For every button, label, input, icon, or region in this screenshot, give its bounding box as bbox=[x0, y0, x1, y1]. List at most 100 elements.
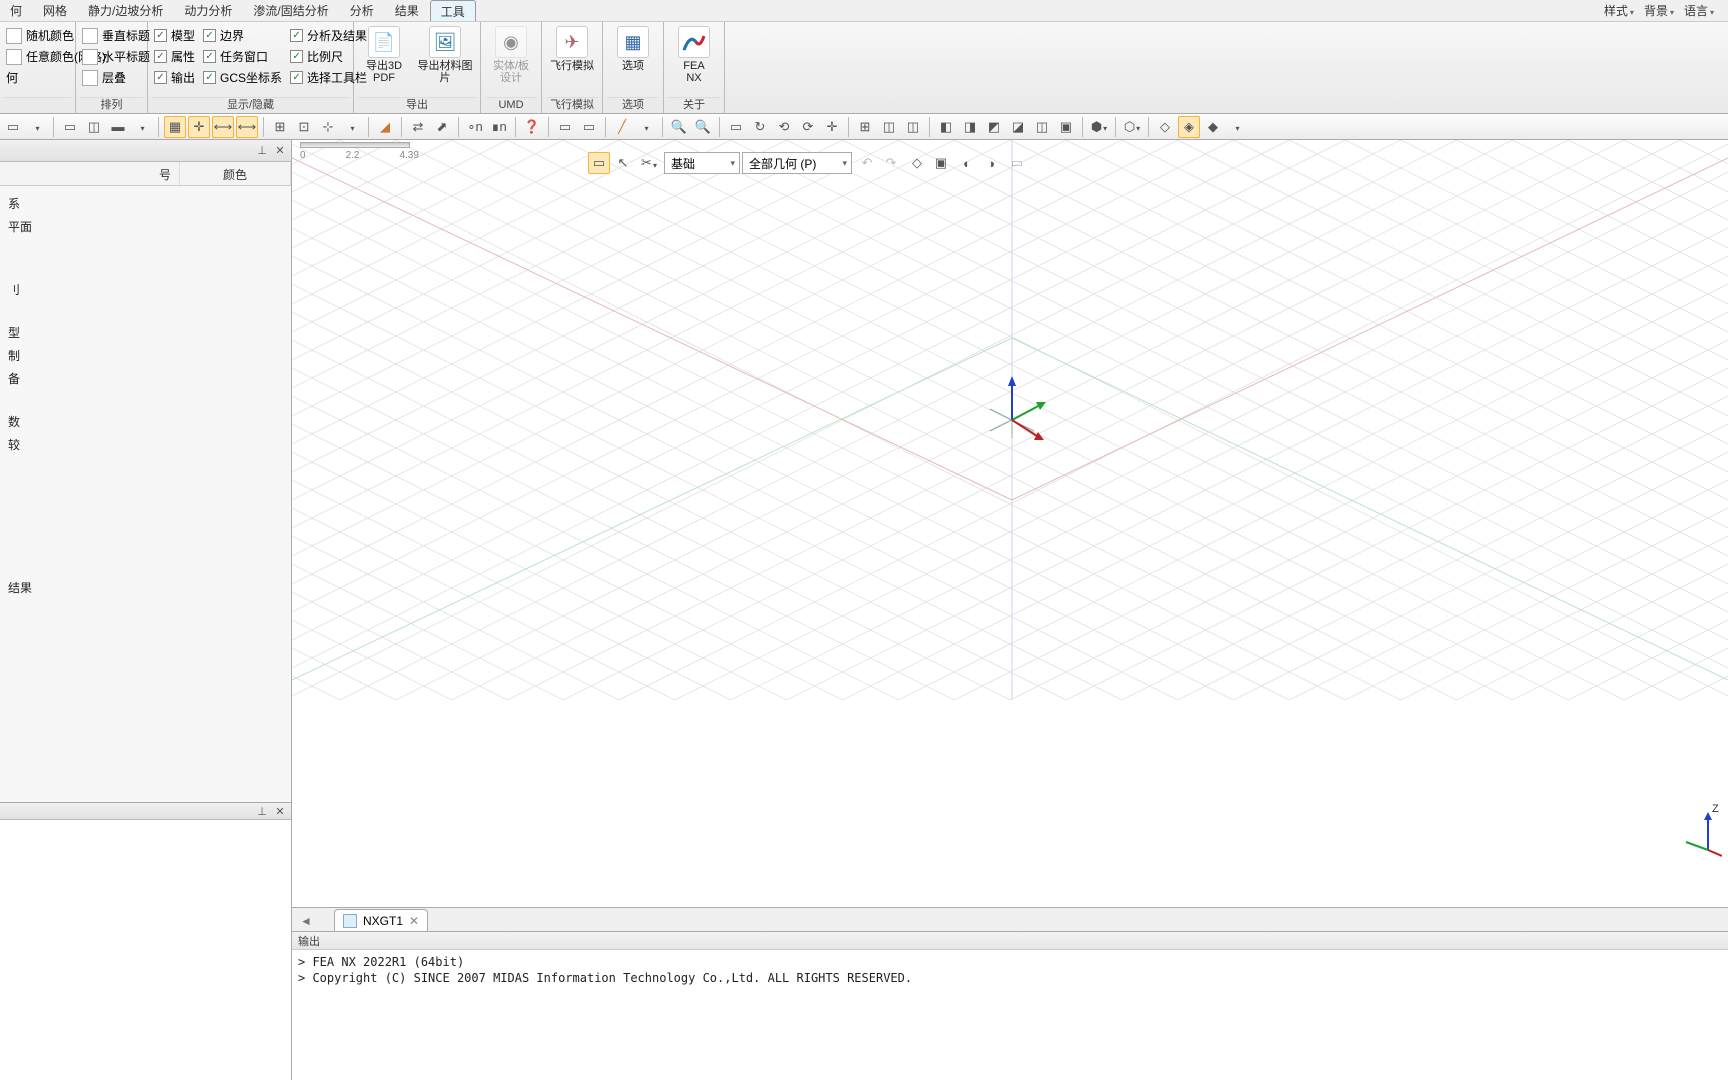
tool-rotate-btn[interactable]: ↻ bbox=[749, 116, 771, 138]
tool-box5-btn[interactable]: ◫ bbox=[1031, 116, 1053, 138]
tool-box4-btn[interactable]: ◪ bbox=[1007, 116, 1029, 138]
panel-close-icon[interactable]: ✕ bbox=[273, 804, 287, 818]
tree-item-results[interactable]: 结果 bbox=[4, 576, 287, 599]
tool-dropdown-1[interactable] bbox=[26, 116, 48, 138]
doctab-prev[interactable]: ◄ bbox=[298, 911, 314, 931]
vp-btn-f[interactable]: ◑ bbox=[980, 152, 1002, 174]
tool-sel2-btn[interactable]: ▭ bbox=[578, 116, 600, 138]
cascade-btn[interactable]: 层叠 bbox=[80, 68, 152, 87]
tool-cube2-btn[interactable]: ⬡ bbox=[1121, 116, 1143, 138]
menu-tab-geometry[interactable]: 何 bbox=[0, 0, 33, 21]
tree-item[interactable]: 备 bbox=[4, 367, 287, 390]
options-btn[interactable]: ▦ 选项 bbox=[607, 24, 659, 74]
tool-mesh-btn[interactable]: ◢ bbox=[374, 116, 396, 138]
chk-output[interactable]: 输出 bbox=[152, 68, 197, 87]
tool-axis-btn[interactable]: ✛ bbox=[188, 116, 210, 138]
tool-dropdown-3[interactable] bbox=[341, 116, 363, 138]
tool-cube4-btn[interactable]: ◈ bbox=[1178, 116, 1200, 138]
tool-btn-folder[interactable]: ▭ bbox=[59, 116, 81, 138]
tool-dropdown-4[interactable] bbox=[635, 116, 657, 138]
tool-snap2-btn[interactable]: ⊡ bbox=[293, 116, 315, 138]
tree-panel[interactable]: 系 平面 刂 型 制 备 数 较 结果 bbox=[0, 186, 291, 802]
tree-item[interactable] bbox=[4, 390, 287, 410]
flysim-btn[interactable]: ✈ 飞行模拟 bbox=[546, 24, 598, 74]
tool-dropdown-5[interactable] bbox=[1226, 116, 1248, 138]
menu-tab-seepage[interactable]: 渗流/固结分析 bbox=[243, 0, 339, 21]
about-btn[interactable]: FEA NX bbox=[668, 24, 720, 86]
tree-item[interactable]: 系 bbox=[4, 192, 287, 215]
tool-orbit-btn[interactable]: ⟲ bbox=[773, 116, 795, 138]
tree-item[interactable]: 较 bbox=[4, 433, 287, 456]
tree-item[interactable] bbox=[4, 301, 287, 321]
panel-pin-icon[interactable]: ⊥ bbox=[255, 144, 269, 158]
tool-line-btn[interactable]: ╱ bbox=[611, 116, 633, 138]
tool-sel1-btn[interactable]: ▭ bbox=[554, 116, 576, 138]
export-matimg-btn[interactable]: 🖼 导出材料图片 bbox=[414, 24, 476, 86]
tool-dropdown-2[interactable] bbox=[131, 116, 153, 138]
style-dropdown[interactable]: 样式 bbox=[1600, 2, 1638, 19]
tree-item[interactable] bbox=[4, 238, 287, 258]
menu-tab-result[interactable]: 结果 bbox=[385, 0, 430, 21]
menu-tab-analysis[interactable]: 分析 bbox=[340, 0, 385, 21]
chk-model[interactable]: 模型 bbox=[152, 26, 197, 45]
tool-center-btn[interactable]: ✛ bbox=[821, 116, 843, 138]
vp-select-btn[interactable]: ▭ bbox=[588, 152, 610, 174]
vp-cursor-btn[interactable]: ↖ bbox=[612, 152, 634, 174]
document-tab[interactable]: NXGT1 ✕ bbox=[334, 909, 428, 931]
vp-btn-c[interactable]: ◇ bbox=[906, 152, 928, 174]
tool-cube1-btn[interactable]: ⬢ bbox=[1088, 116, 1110, 138]
menu-tab-tools[interactable]: 工具 bbox=[430, 0, 476, 21]
tool-view-grid-btn[interactable]: ⊞ bbox=[854, 116, 876, 138]
tool-dim-btn[interactable]: ⟷ bbox=[212, 116, 234, 138]
vp-btn-d[interactable]: ▣ bbox=[930, 152, 952, 174]
doctab-close-icon[interactable]: ✕ bbox=[409, 914, 419, 928]
tool-zoomout-btn[interactable]: 🔍 bbox=[692, 116, 714, 138]
vp-filter-btn[interactable]: ✂ bbox=[638, 152, 660, 174]
tool-view-right-btn[interactable]: ◫ bbox=[902, 116, 924, 138]
menu-tab-dynamic[interactable]: 动力分析 bbox=[174, 0, 243, 21]
export-3dpdf-btn[interactable]: 📄 导出3D PDF bbox=[358, 24, 410, 86]
tool-node1-btn[interactable]: ∘n bbox=[464, 116, 486, 138]
tool-btn-color[interactable]: ▬ bbox=[107, 116, 129, 138]
tool-zoomin-btn[interactable]: 🔍 bbox=[668, 116, 690, 138]
vp-btn-g[interactable]: ▭ bbox=[1006, 152, 1028, 174]
tool-cube5-btn[interactable]: ◆ bbox=[1202, 116, 1224, 138]
tool-snap1-btn[interactable]: ⊞ bbox=[269, 116, 291, 138]
panel-pin-icon[interactable]: ⊥ bbox=[255, 804, 269, 818]
htitle-btn[interactable]: 水平标题 bbox=[80, 47, 152, 66]
tool-btn-1[interactable]: ▭ bbox=[2, 116, 24, 138]
tool-xfer2-btn[interactable]: ⬈ bbox=[431, 116, 453, 138]
tool-box2-btn[interactable]: ◨ bbox=[959, 116, 981, 138]
tool-cube3-btn[interactable]: ◇ bbox=[1154, 116, 1176, 138]
tree-item[interactable] bbox=[4, 258, 287, 278]
vp-btn-a[interactable]: ↶ bbox=[856, 152, 878, 174]
vp-btn-e[interactable]: ◐ bbox=[956, 152, 978, 174]
menu-tab-static[interactable]: 静力/边坡分析 bbox=[78, 0, 174, 21]
tool-view-left-btn[interactable]: ◫ bbox=[878, 116, 900, 138]
tool-grid-btn[interactable]: ▦ bbox=[164, 116, 186, 138]
tree-item[interactable]: 型 bbox=[4, 321, 287, 344]
tool-dim2-btn[interactable]: ⟷ bbox=[236, 116, 258, 138]
menu-tab-mesh[interactable]: 网格 bbox=[33, 0, 78, 21]
vp-mode-combo[interactable]: 基础 bbox=[664, 152, 740, 174]
vp-filter-combo[interactable]: 全部几何 (P) bbox=[742, 152, 852, 174]
tool-xfer1-btn[interactable]: ⇄ bbox=[407, 116, 429, 138]
tool-node2-btn[interactable]: ∎n bbox=[488, 116, 510, 138]
tool-snap3-btn[interactable]: ⊹ bbox=[317, 116, 339, 138]
tree-item[interactable]: 刂 bbox=[4, 278, 287, 301]
tool-btn-tag[interactable]: ◫ bbox=[83, 116, 105, 138]
chk-attr[interactable]: 属性 bbox=[152, 47, 197, 66]
tool-box6-btn[interactable]: ▣ bbox=[1055, 116, 1077, 138]
viewport[interactable]: 0 2.2 4.39 ▭ ↖ ✂ 基础 全部几何 (P) ↶ ↷ ◇ ▣ bbox=[292, 140, 1728, 907]
tool-box1-btn[interactable]: ◧ bbox=[935, 116, 957, 138]
tree-item[interactable]: 制 bbox=[4, 344, 287, 367]
panel-close-icon[interactable]: ✕ bbox=[273, 144, 287, 158]
tree-item[interactable]: 平面 bbox=[4, 215, 287, 238]
output-content[interactable]: > FEA NX 2022R1 (64bit) > Copyright (C) … bbox=[292, 950, 1728, 1080]
chk-taskwin[interactable]: 任务窗口 bbox=[201, 47, 284, 66]
vp-btn-b[interactable]: ↷ bbox=[880, 152, 902, 174]
tool-fit-btn[interactable]: ▭ bbox=[725, 116, 747, 138]
chk-gcs[interactable]: GCS坐标系 bbox=[201, 68, 284, 87]
tool-help-btn[interactable]: ❓ bbox=[521, 116, 543, 138]
chk-boundary[interactable]: 边界 bbox=[201, 26, 284, 45]
